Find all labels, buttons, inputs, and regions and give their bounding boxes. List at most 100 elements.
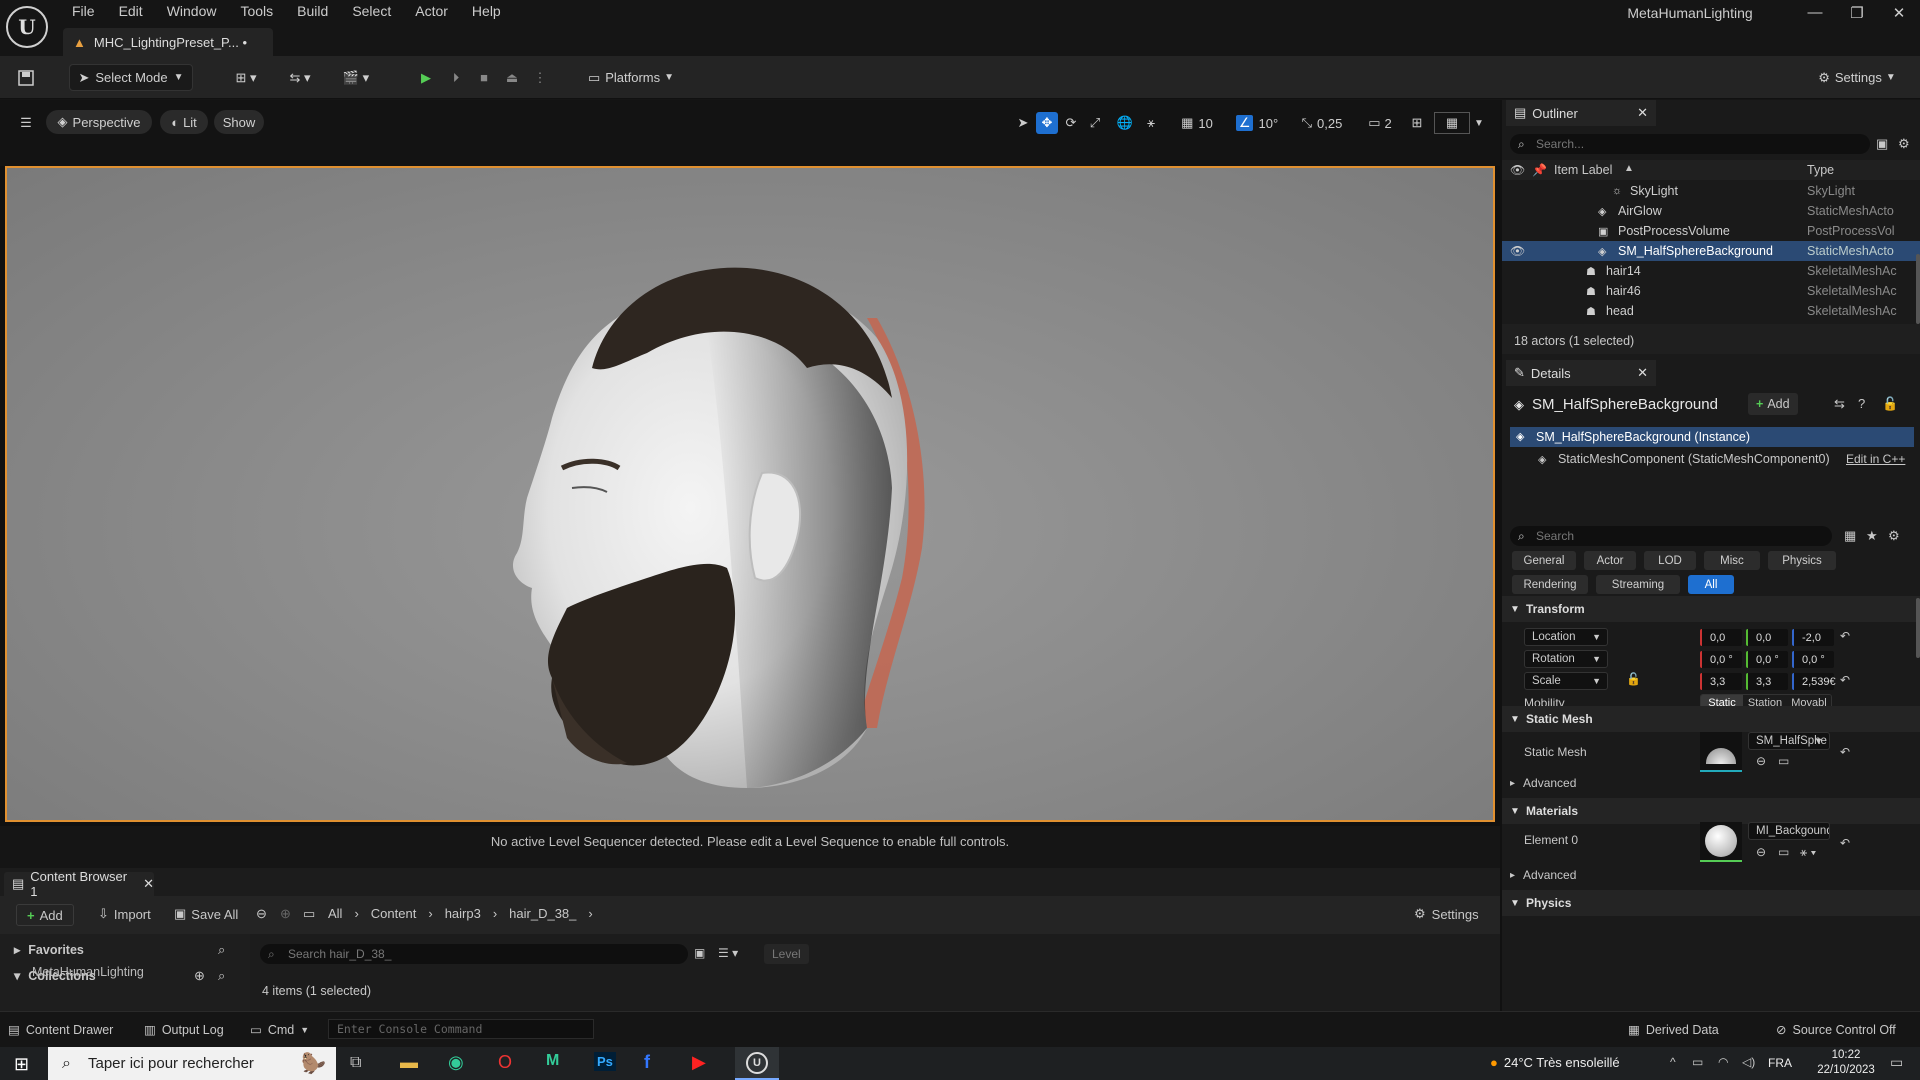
stop-icon[interactable]: ■ [472, 64, 496, 91]
outliner-tab[interactable]: ▤ Outliner ✕ [1506, 100, 1656, 126]
search-icon[interactable]: ⌕ [218, 942, 225, 958]
eject-icon[interactable]: ⏏ [500, 64, 524, 91]
breadcrumb-hair-d-38[interactable]: hair_D_38_ [509, 906, 576, 921]
unreal-logo-icon[interactable]: U [6, 6, 48, 48]
clock-time[interactable]: 10:22 [1818, 1049, 1874, 1061]
filter-general[interactable]: General [1512, 551, 1576, 570]
search-icon[interactable]: ⌕ [218, 968, 225, 984]
camera-speed-button[interactable]: ▭ 2 [1360, 112, 1400, 134]
volume-icon[interactable]: ◁) [1742, 1055, 1755, 1069]
menu-build[interactable]: Build [285, 0, 340, 22]
outliner-row[interactable]: ◈ AirGlow StaticMeshActo [1502, 201, 1920, 221]
close-tab-icon[interactable]: ✕ [1637, 365, 1648, 381]
close-tab-icon[interactable]: ✕ [1637, 105, 1648, 121]
console-input[interactable]: Enter Console Command [328, 1019, 594, 1039]
add-folder-icon[interactable]: ▣ [1876, 136, 1888, 152]
material-thumbnail[interactable] [1700, 822, 1742, 862]
rotate-tool-icon[interactable]: ⟳ [1060, 112, 1082, 134]
facebook-icon[interactable]: f [644, 1052, 650, 1073]
browse-icon[interactable]: ▭ [1778, 754, 1789, 768]
world-space-icon[interactable]: 🌐 [1114, 112, 1136, 134]
outliner-row[interactable]: ☼ SkyLight SkyLight [1502, 181, 1920, 201]
step-icon[interactable]: ⏵ [444, 64, 468, 91]
breadcrumb-content[interactable]: Content [371, 906, 417, 921]
reset-icon[interactable]: ↶ [1840, 629, 1850, 643]
viewport-layout-icon[interactable]: ▦ [1434, 112, 1470, 134]
layout-icon[interactable]: ⊞ [1406, 112, 1428, 134]
level-filter-chip[interactable]: Level [764, 944, 809, 964]
filter-all[interactable]: All [1688, 575, 1734, 594]
component-instance-row[interactable]: ◈ SM_HalfSphereBackground (Instance) [1510, 427, 1914, 447]
chevron-down-icon[interactable]: ▼ [1472, 112, 1486, 134]
rotation-y-field[interactable]: 0,0 ° [1746, 651, 1788, 668]
filter-rendering[interactable]: Rendering [1512, 575, 1588, 594]
viewport-scene[interactable] [5, 166, 1495, 822]
lock-icon[interactable]: 🔓 [1882, 396, 1898, 412]
save-icon[interactable] [12, 64, 40, 91]
back-icon[interactable]: ⊖ [256, 906, 267, 922]
menu-file[interactable]: File [60, 0, 107, 22]
forward-icon[interactable]: ⊕ [280, 906, 291, 922]
outliner-row-selected[interactable]: 👁 ◈ SM_HalfSphereBackground StaticMeshAc… [1502, 241, 1920, 261]
static-mesh-section[interactable]: ▼ Static Mesh [1502, 706, 1920, 732]
gear-icon[interactable]: ⚙ [1898, 136, 1910, 152]
filter-misc[interactable]: Misc [1704, 551, 1760, 570]
gear-icon[interactable]: ⚙ [1888, 528, 1900, 544]
menu-actor[interactable]: Actor [403, 0, 460, 22]
restore-icon[interactable]: ❐ [1842, 4, 1872, 28]
weather-widget[interactable]: ● 24°C Très ensoleillé [1490, 1055, 1620, 1070]
add-button[interactable]: + Add [16, 904, 74, 926]
details-scrollbar[interactable] [1916, 598, 1920, 658]
minimize-icon[interactable]: — [1800, 4, 1830, 28]
content-settings-button[interactable]: ⚙ Settings [1414, 906, 1479, 922]
m-app-icon[interactable]: M [546, 1052, 559, 1070]
blueprint-icon[interactable]: ⇆ [1834, 396, 1845, 412]
scale-y-field[interactable]: 3,3 [1746, 673, 1788, 690]
language-indicator[interactable]: FRA [1768, 1056, 1792, 1070]
unreal-taskbar-icon[interactable]: U [735, 1047, 779, 1080]
materials-advanced[interactable]: ▸ Advanced [1510, 868, 1576, 882]
import-button[interactable]: ⇩ Import [98, 906, 151, 922]
outliner-search-input[interactable]: ⌕ Search... [1510, 134, 1870, 154]
play-icon[interactable]: ▶ [414, 64, 438, 91]
browse-icon[interactable]: ▭ [1778, 845, 1789, 859]
scale-x-field[interactable]: 3,3 [1700, 673, 1742, 690]
chrome-icon[interactable]: ◉ [448, 1052, 464, 1073]
breadcrumb-hairp3[interactable]: hairp3 [445, 906, 481, 921]
eye-icon[interactable]: 👁 [1510, 244, 1525, 258]
favorites-section[interactable]: ▸ Favorites [14, 942, 84, 958]
menu-tools[interactable]: Tools [228, 0, 285, 22]
scale-z-field[interactable]: 2,539€ [1792, 673, 1836, 690]
reset-icon[interactable]: ↶ [1840, 836, 1850, 850]
outliner-row[interactable]: ☗ head SkeletalMeshAc [1502, 301, 1920, 321]
edit-cpp-link[interactable]: Edit in C++ [1846, 452, 1905, 466]
scale-dropdown[interactable]: Scale ▼ [1524, 672, 1608, 690]
translate-tool-icon[interactable]: ✥ [1036, 112, 1058, 134]
details-tab[interactable]: ✎ Details ✕ [1506, 360, 1656, 386]
save-all-button[interactable]: ▣ Save All [174, 906, 238, 922]
breadcrumb-all[interactable]: All [328, 906, 342, 921]
output-log-button[interactable]: ▥ Output Log [144, 1022, 224, 1038]
add-collection-icon[interactable]: ⊕ [194, 968, 205, 984]
content-search-input[interactable]: ⌕ Search hair_D_38_ [260, 944, 688, 964]
location-y-field[interactable]: 0,0 [1746, 629, 1788, 646]
file-explorer-icon[interactable]: ▬ [400, 1052, 418, 1073]
use-selected-icon[interactable]: ⊖ [1756, 845, 1766, 859]
rotation-dropdown[interactable]: Rotation ▼ [1524, 650, 1608, 668]
physics-section[interactable]: ▼ Physics [1502, 890, 1920, 916]
show-button[interactable]: Show [214, 110, 264, 134]
collections-section[interactable]: ▾ Collections MetaHumanLighting [14, 965, 144, 983]
transform-section[interactable]: ▼ Transform [1502, 596, 1920, 622]
reset-icon[interactable]: ↶ [1840, 745, 1850, 759]
static-mesh-advanced[interactable]: ▸ Advanced [1510, 776, 1576, 790]
content-drawer-button[interactable]: ▤ Content Drawer [8, 1022, 113, 1038]
more-options-icon[interactable]: ⋮ [528, 64, 552, 91]
help-icon[interactable]: ? [1858, 396, 1865, 411]
cmd-dropdown[interactable]: ▭ Cmd ▼ [250, 1022, 309, 1038]
lit-button[interactable]: ◐ Lit [160, 110, 208, 134]
source-control-button[interactable]: ⊘ Source Control Off [1776, 1022, 1896, 1038]
clock-date[interactable]: 22/10/2023 [1808, 1064, 1884, 1076]
windows-start-icon[interactable]: ⊞ [14, 1054, 29, 1075]
rotation-z-field[interactable]: 0,0 ° [1792, 651, 1834, 668]
youtube-icon[interactable]: ▶ [692, 1052, 706, 1073]
